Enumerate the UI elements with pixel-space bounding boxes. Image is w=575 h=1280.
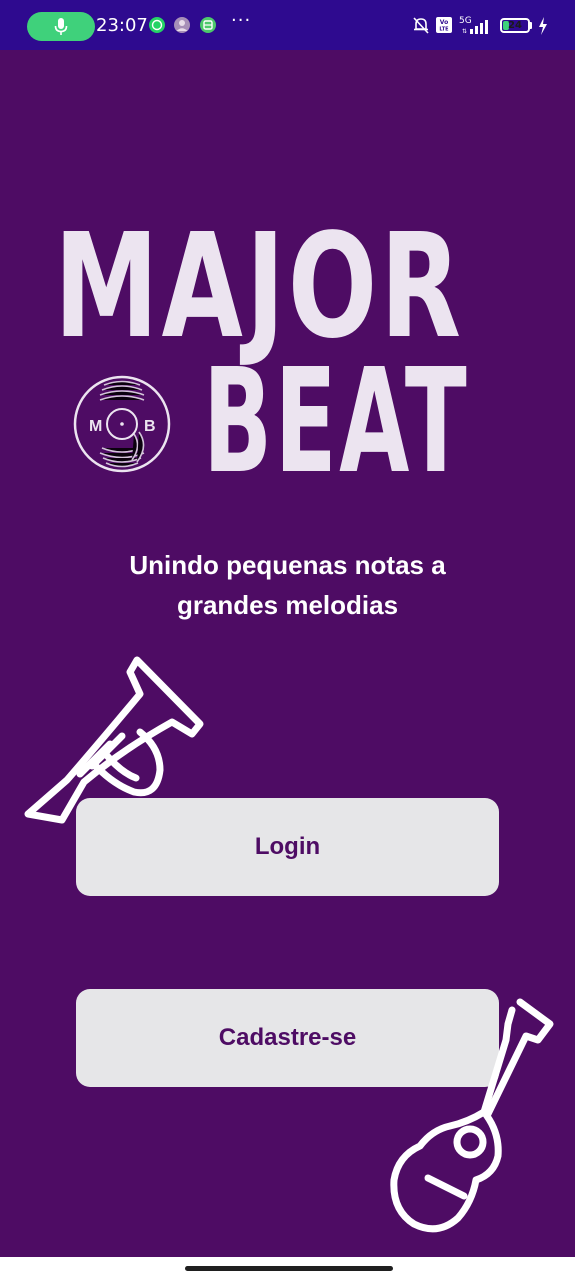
mic-in-use-pill[interactable] [27, 12, 95, 41]
app-notification-icon [200, 17, 216, 33]
mute-icon [413, 17, 429, 34]
system-nav-bar [0, 1257, 575, 1280]
battery-level-text: 24 [508, 20, 522, 31]
signal-icon: ⇅ [462, 20, 488, 34]
status-bar: 23:07 ··· Vo LTE 5G ⇅ 24 [0, 0, 575, 50]
guitar-icon [390, 998, 554, 1233]
login-button[interactable]: Login [76, 798, 499, 896]
tagline: Unindo pequenas notas a grandes melodias [0, 545, 575, 625]
charging-icon [539, 17, 547, 35]
svg-text:⇅: ⇅ [462, 28, 467, 34]
disc-letter-b: B [144, 418, 156, 435]
battery-icon: 24 [500, 18, 530, 33]
vinyl-disc-logo-icon: M B [73, 375, 171, 473]
logo-title-beat: BEAT [203, 337, 470, 505]
more-notifications-indicator: ··· [231, 10, 252, 31]
status-time: 23:07 [96, 15, 148, 36]
svg-text:Vo: Vo [440, 19, 448, 26]
tagline-line-2: grandes melodias [176, 590, 399, 620]
tagline-line-1: Unindo pequenas notas a [129, 550, 446, 580]
home-indicator[interactable] [185, 1266, 393, 1271]
svg-text:LTE: LTE [439, 27, 449, 33]
mic-icon [54, 18, 68, 35]
welcome-screen: 23:07 ··· Vo LTE 5G ⇅ 24 MAJOR M B BEAT … [0, 0, 575, 1280]
avatar-icon [174, 17, 190, 33]
volte-icon: Vo LTE [436, 17, 452, 33]
disc-letter-m: M [89, 418, 102, 435]
whatsapp-icon [149, 17, 165, 33]
battery-tip [530, 22, 532, 29]
